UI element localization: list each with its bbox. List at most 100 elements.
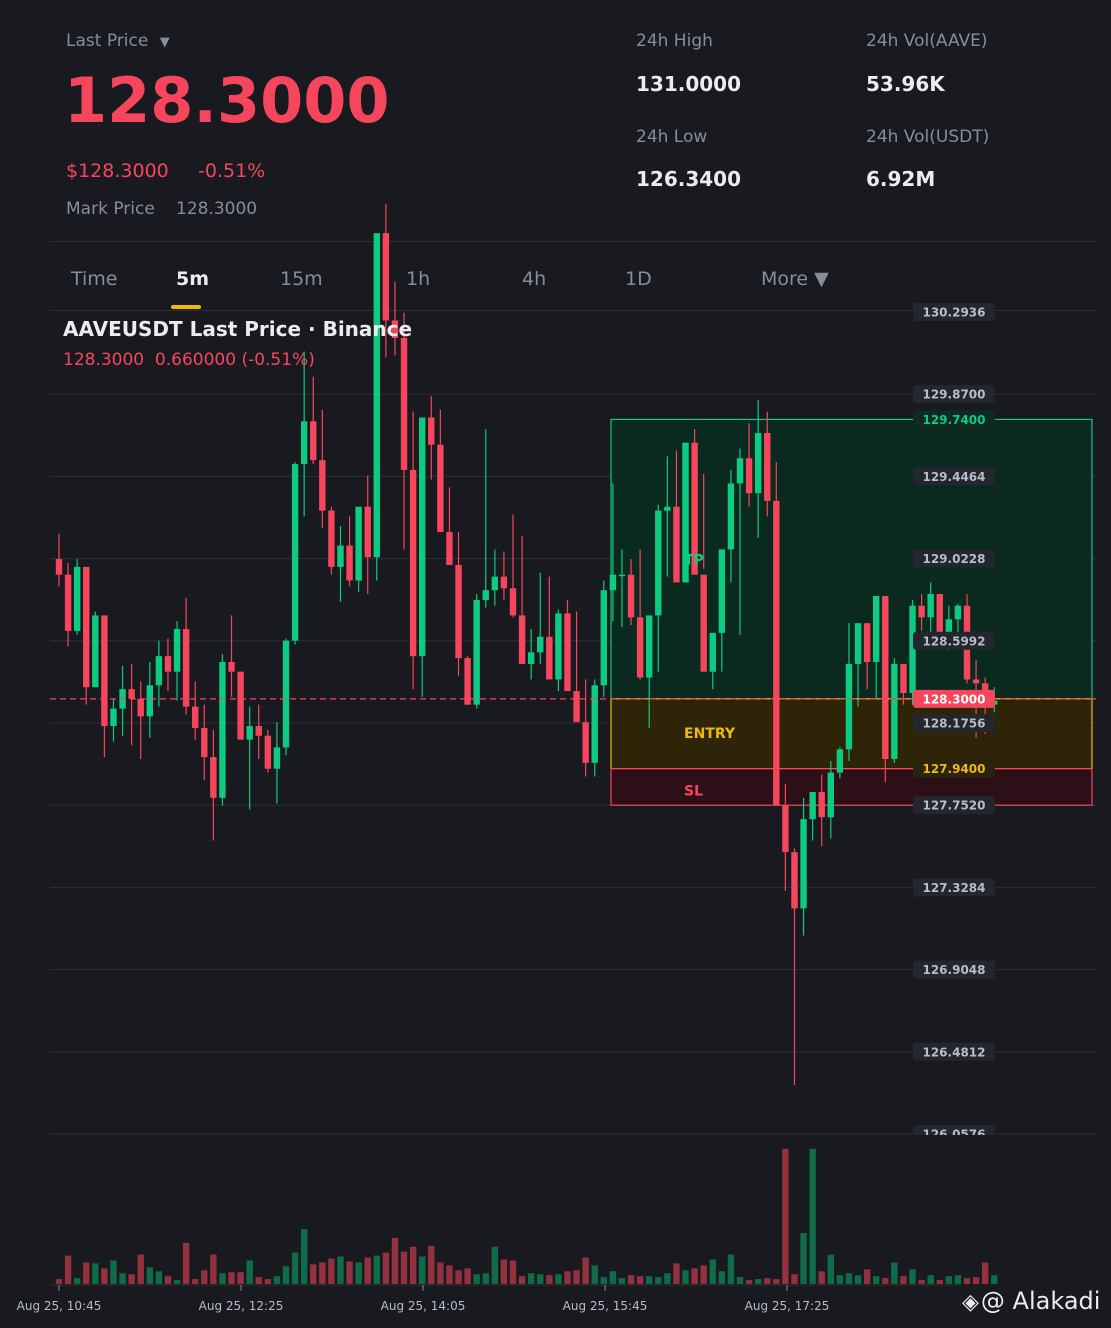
candle bbox=[891, 658, 898, 763]
volume-bar bbox=[773, 1279, 780, 1284]
chart-title: AAVEUSDT Last Price · Binance bbox=[63, 317, 413, 341]
candle bbox=[137, 681, 144, 760]
candle-body bbox=[273, 747, 281, 769]
y-tick-label: 126.9048 bbox=[922, 963, 985, 977]
y-tick-label: 129.8700 bbox=[922, 388, 985, 402]
candle bbox=[409, 411, 417, 690]
volume-bar bbox=[636, 1276, 644, 1284]
candle-body bbox=[609, 574, 617, 591]
candle bbox=[128, 663, 135, 746]
candle-body bbox=[600, 590, 607, 686]
volume-bar bbox=[745, 1280, 753, 1284]
candle bbox=[573, 611, 580, 723]
volume-bar bbox=[319, 1262, 326, 1284]
volume-bar bbox=[900, 1276, 907, 1284]
candle-body bbox=[745, 458, 753, 494]
candle-body bbox=[337, 545, 344, 567]
volume-bar bbox=[491, 1246, 499, 1284]
x-tick-label: Aug 25, 10:45 bbox=[17, 1299, 102, 1313]
volume-bar bbox=[155, 1271, 163, 1284]
volume-bar bbox=[64, 1255, 72, 1284]
volume-bar bbox=[918, 1280, 925, 1284]
volume-bar bbox=[845, 1273, 853, 1284]
candle bbox=[155, 640, 163, 707]
candle-body bbox=[491, 576, 499, 591]
candle-body bbox=[319, 460, 326, 511]
volume-bar bbox=[609, 1271, 617, 1284]
volume-bar bbox=[182, 1242, 190, 1284]
candle bbox=[491, 549, 499, 606]
candle-body bbox=[972, 679, 980, 684]
volume-bar bbox=[391, 1237, 399, 1284]
candle-body bbox=[482, 590, 489, 600]
candlestick-chart[interactable]: TP ENTRY SL 130.2936 129.8700 129.4464 129.022… bbox=[0, 0, 1111, 1328]
volume-bar bbox=[963, 1278, 971, 1284]
candle-body bbox=[146, 685, 153, 717]
volume-bar bbox=[954, 1275, 962, 1284]
volume-bar bbox=[827, 1254, 834, 1284]
candle bbox=[337, 526, 344, 602]
candle-body bbox=[192, 706, 199, 728]
candle bbox=[827, 760, 834, 839]
candle-body bbox=[773, 500, 780, 806]
y-tick-label: 127.7520 bbox=[922, 799, 985, 813]
volume-bar bbox=[146, 1267, 153, 1284]
candle-body bbox=[455, 564, 462, 659]
volume-bar bbox=[137, 1254, 144, 1284]
candle-body bbox=[754, 433, 762, 494]
candle-body bbox=[473, 599, 480, 705]
candle-body bbox=[800, 819, 807, 909]
volume-bar bbox=[337, 1256, 344, 1284]
candle-body bbox=[428, 417, 435, 445]
volume-bar bbox=[818, 1271, 825, 1284]
entry-label: ENTRY bbox=[684, 726, 736, 742]
candle-body bbox=[373, 233, 380, 558]
candle bbox=[64, 563, 72, 647]
candle-body bbox=[782, 805, 789, 853]
candle bbox=[182, 597, 190, 715]
candle bbox=[146, 661, 153, 738]
volume-bar bbox=[73, 1278, 81, 1284]
candle bbox=[546, 576, 553, 680]
candle-body bbox=[464, 658, 471, 705]
volume-bar bbox=[119, 1273, 126, 1284]
volume-bar bbox=[555, 1274, 562, 1284]
candle-body bbox=[55, 559, 63, 575]
volume-bar bbox=[782, 1148, 789, 1284]
candle-body bbox=[237, 671, 244, 740]
volume-bar bbox=[936, 1280, 943, 1284]
volume-bar bbox=[873, 1276, 880, 1284]
candle-body bbox=[918, 605, 925, 618]
volume-bar bbox=[709, 1259, 716, 1284]
candle-body bbox=[555, 613, 562, 680]
candle bbox=[419, 417, 426, 697]
y-tick-label: 127.3284 bbox=[922, 881, 985, 895]
candle-body bbox=[246, 726, 253, 740]
y-tick-label: 126.4812 bbox=[922, 1045, 985, 1059]
volume-bar bbox=[736, 1277, 744, 1284]
candle-body bbox=[400, 337, 408, 470]
volume-bar bbox=[473, 1274, 480, 1284]
volume-bar bbox=[110, 1260, 117, 1284]
volume-bar bbox=[546, 1275, 553, 1284]
candle bbox=[164, 638, 172, 692]
volume-bar bbox=[527, 1273, 535, 1284]
volume-bar bbox=[246, 1260, 253, 1284]
candle bbox=[246, 706, 253, 810]
candle-body bbox=[873, 596, 880, 662]
volume-bar bbox=[646, 1276, 653, 1284]
candle-body bbox=[73, 566, 81, 631]
watermark: ◈@ Alakadi bbox=[962, 1287, 1100, 1315]
candle bbox=[73, 559, 81, 635]
volume-bar bbox=[210, 1254, 217, 1284]
volume-bar bbox=[382, 1252, 390, 1284]
volume-bar bbox=[882, 1278, 889, 1284]
volume-bar bbox=[192, 1279, 199, 1284]
candle-body bbox=[437, 444, 444, 532]
tp-price-label: 129.7400 bbox=[922, 413, 985, 427]
candle-body bbox=[110, 708, 117, 727]
y-tick-label: 128.5992 bbox=[922, 634, 985, 648]
candle bbox=[455, 531, 462, 676]
candle bbox=[282, 638, 290, 756]
volume-bar bbox=[791, 1274, 798, 1284]
